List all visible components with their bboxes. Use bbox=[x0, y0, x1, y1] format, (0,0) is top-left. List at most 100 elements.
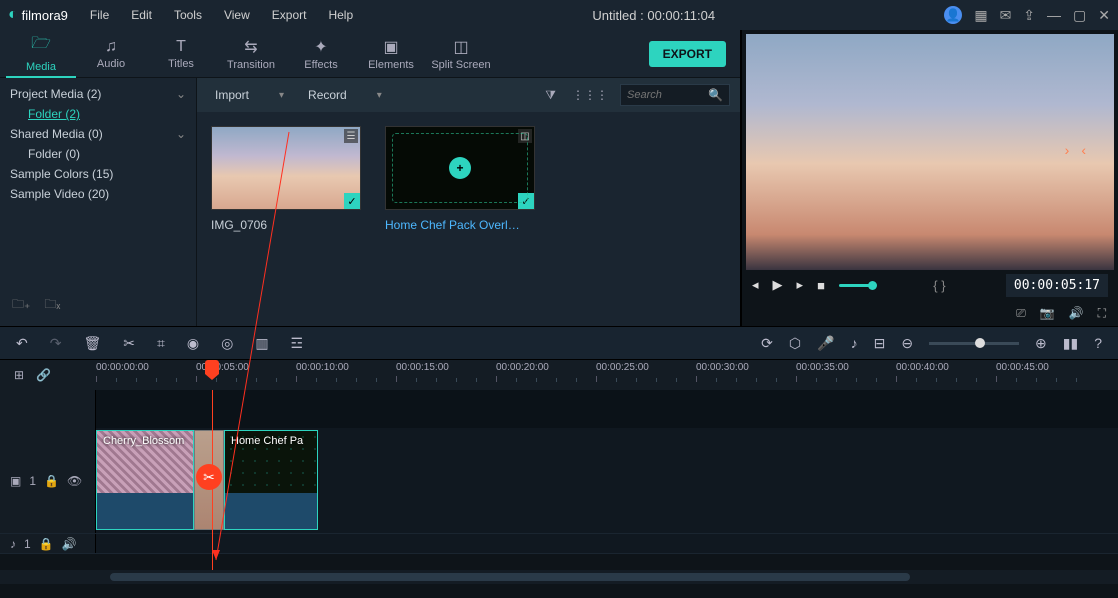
record-dropdown[interactable]: Record▾ bbox=[300, 86, 390, 104]
cut-icon[interactable]: ✂ bbox=[123, 335, 135, 352]
media-thumbnail[interactable]: ◫+✓Home Chef Pack Overl… bbox=[385, 126, 535, 232]
volume-icon[interactable]: 🔊 bbox=[1069, 306, 1084, 320]
menu-view[interactable]: View bbox=[214, 4, 260, 26]
minimize-icon[interactable]: — bbox=[1047, 7, 1061, 23]
video-track-head[interactable]: ▣ 1 🔒 👁 bbox=[0, 428, 96, 533]
quality-icon[interactable]: ⎚ bbox=[1016, 306, 1026, 321]
tab-effects[interactable]: ✦Effects bbox=[286, 30, 356, 78]
menu-tools[interactable]: Tools bbox=[164, 4, 212, 26]
document-title: Untitled : 00:00:11:04 bbox=[363, 8, 944, 23]
search-icon[interactable]: 🔍 bbox=[708, 88, 723, 102]
preview-volume-slider[interactable] bbox=[839, 284, 873, 287]
tab-media[interactable]: 🗁Media bbox=[6, 30, 76, 78]
speed-icon[interactable]: ◉ bbox=[187, 335, 199, 352]
next-frame-icon[interactable]: ▸ bbox=[797, 277, 804, 293]
new-folder-icon[interactable]: 🗀₊ bbox=[12, 295, 30, 316]
color-icon[interactable]: ◎ bbox=[221, 335, 233, 352]
visibility-icon[interactable]: 👁 bbox=[67, 474, 82, 488]
close-icon[interactable]: ✕ bbox=[1098, 7, 1110, 24]
help-icon[interactable]: ? bbox=[1094, 335, 1102, 351]
scrollbar-thumb[interactable] bbox=[110, 573, 910, 581]
prev-frame-icon[interactable]: ◂ bbox=[752, 277, 759, 293]
timeline-clip[interactable]: Cherry_Blossom bbox=[96, 430, 194, 530]
lock-icon[interactable]: 🔒 bbox=[39, 537, 54, 551]
render-icon[interactable]: ⟳ bbox=[761, 335, 773, 352]
zoom-slider[interactable] bbox=[929, 342, 1019, 345]
sidebar-item-label: Folder (0) bbox=[28, 147, 80, 161]
sidebar-item[interactable]: Sample Colors (15) bbox=[10, 164, 186, 184]
lock-icon[interactable]: 🔒 bbox=[44, 474, 59, 488]
fit-icon[interactable]: ⊟ bbox=[874, 335, 886, 352]
timeline-ruler[interactable]: 00:00:00:0000:00:05:0000:00:10:0000:00:1… bbox=[96, 360, 1118, 390]
sidebar-item[interactable]: Shared Media (0)⌄ bbox=[10, 124, 186, 144]
sidebar-item[interactable]: Folder (0) bbox=[10, 144, 186, 164]
tab-elements[interactable]: ▣Elements bbox=[356, 30, 426, 78]
playhead-marker[interactable] bbox=[205, 360, 219, 374]
delete-icon[interactable]: 🗑 bbox=[83, 335, 101, 352]
redo-icon[interactable]: ↷ bbox=[50, 335, 62, 352]
library-icon[interactable]: ▦ bbox=[974, 7, 987, 24]
sidebar-item[interactable]: Folder (2) bbox=[10, 104, 186, 124]
menu-file[interactable]: File bbox=[80, 4, 119, 26]
zoom-in-icon[interactable]: ⊕ bbox=[1035, 335, 1047, 352]
grid-view-icon[interactable]: ⋮⋮⋮ bbox=[568, 84, 612, 106]
voiceover-icon[interactable]: 🎤 bbox=[817, 335, 834, 352]
search-input[interactable]: 🔍 bbox=[620, 84, 730, 106]
preview-canvas[interactable]: ›‹ bbox=[746, 34, 1114, 270]
stop-icon[interactable]: ■ bbox=[817, 278, 825, 293]
maximize-icon[interactable]: ▢ bbox=[1073, 7, 1086, 24]
track-manager-icon[interactable]: ▮▮ bbox=[1063, 335, 1078, 352]
timeline-clip[interactable]: Home Chef Pa bbox=[224, 430, 318, 530]
add-icon[interactable]: + bbox=[449, 157, 471, 179]
sidebar-item[interactable]: Project Media (2)⌄ bbox=[10, 84, 186, 104]
crop-icon[interactable]: ⌗ bbox=[157, 335, 165, 352]
user-avatar-icon[interactable]: 👤 bbox=[944, 6, 962, 24]
menu-export[interactable]: Export bbox=[262, 4, 317, 26]
audio-track-body[interactable] bbox=[96, 534, 1118, 553]
video-track-body[interactable]: ✂ Cherry_Blossom Home Chef Pa bbox=[96, 428, 1118, 533]
snapshot-icon[interactable]: 📷 bbox=[1040, 306, 1055, 320]
sidebar-item[interactable]: Sample Video (20) bbox=[10, 184, 186, 204]
delete-folder-icon[interactable]: 🗀ₓ bbox=[44, 295, 60, 316]
mail-icon[interactable]: ✉ bbox=[1000, 7, 1012, 24]
app-logo: ◐ filmora9 bbox=[8, 6, 68, 24]
fullscreen-icon[interactable]: ⛶ bbox=[1098, 306, 1106, 321]
filter-icon[interactable]: ⧩ bbox=[541, 84, 560, 107]
thumbnail-image: ☰✓ bbox=[211, 126, 361, 210]
marker-icon[interactable]: ⬡ bbox=[789, 335, 801, 352]
add-track-icon[interactable]: ⊞ bbox=[14, 368, 24, 382]
ruler-tick: 00:00:30:00 bbox=[696, 362, 749, 373]
timeline-tracks: ▣ 1 🔒 👁 ✂ Cherry_Blossom Home Chef Pa ♪ 1… bbox=[0, 390, 1118, 570]
mic-titlebar-icon[interactable]: ⇪ bbox=[1023, 7, 1035, 24]
audio-track-head[interactable]: ♪ 1 🔒 🔊 bbox=[0, 534, 96, 553]
tab-split-screen[interactable]: ◫Split Screen bbox=[426, 30, 496, 78]
zoom-out-icon[interactable]: ⊖ bbox=[901, 335, 913, 352]
undo-icon[interactable]: ↶ bbox=[16, 335, 28, 352]
tab-transition[interactable]: ⇆Transition bbox=[216, 30, 286, 78]
audio-mixer-icon[interactable]: ♪ bbox=[851, 335, 858, 351]
preview-timecode: 00:00:05:17 bbox=[1006, 274, 1108, 297]
green-screen-icon[interactable]: ▥ bbox=[255, 335, 268, 352]
timeline-scrollbar[interactable] bbox=[0, 570, 1118, 584]
ruler-tick: 00:00:15:00 bbox=[396, 362, 449, 373]
export-button[interactable]: EXPORT bbox=[649, 41, 726, 67]
tab-titles[interactable]: TTitles bbox=[146, 30, 216, 78]
mute-icon[interactable]: 🔊 bbox=[62, 537, 77, 551]
mark-inout-label[interactable]: { } bbox=[933, 278, 945, 293]
play-icon[interactable]: ▶ bbox=[773, 277, 783, 293]
menu-help[interactable]: Help bbox=[318, 4, 363, 26]
chevron-down-icon: ⌄ bbox=[176, 127, 186, 141]
import-dropdown[interactable]: Import▾ bbox=[207, 86, 292, 104]
media-browser: Import▾ Record▾ ⧩ ⋮⋮⋮ 🔍 ☰✓IMG_0706◫+✓Hom… bbox=[196, 78, 740, 326]
search-field[interactable] bbox=[627, 89, 707, 101]
menu-edit[interactable]: Edit bbox=[121, 4, 162, 26]
chevron-down-icon: ⌄ bbox=[176, 87, 186, 101]
link-icon[interactable]: 🔗 bbox=[36, 368, 51, 382]
media-thumbnail[interactable]: ☰✓IMG_0706 bbox=[211, 126, 361, 232]
adjust-icon[interactable]: ☲ bbox=[291, 335, 304, 352]
media-thumbnails: ☰✓IMG_0706◫+✓Home Chef Pack Overl… bbox=[197, 112, 740, 326]
preview-subcontrols: ⎚ 📷 🔊 ⛶ bbox=[742, 300, 1118, 326]
tab-audio[interactable]: ♫Audio bbox=[76, 30, 146, 78]
cut-indicator-icon[interactable]: ✂ bbox=[196, 464, 222, 490]
sidebar-item-label: Folder (2) bbox=[28, 107, 80, 121]
